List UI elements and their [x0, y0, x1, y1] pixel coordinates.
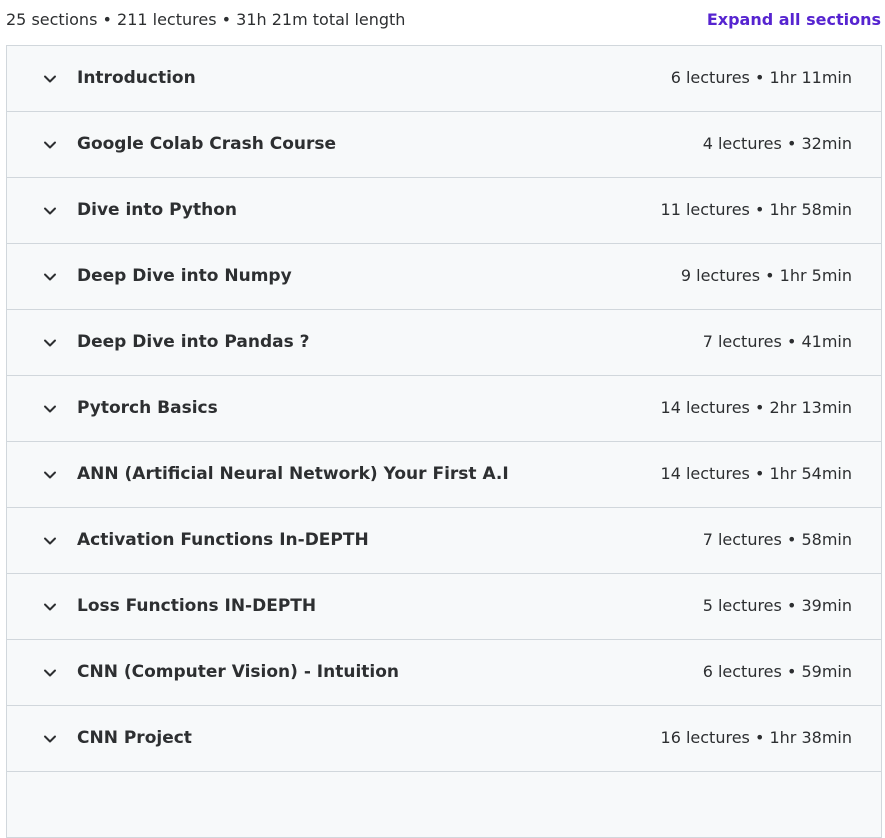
chevron-down-icon: [43, 336, 57, 350]
section-row[interactable]: Loss Functions IN-DEPTH 5 lectures • 39mi…: [7, 574, 881, 640]
section-row[interactable]: Deep Dive into Numpy 9 lectures • 1hr 5mi…: [7, 244, 881, 310]
section-lecture-count-duration: 11 lectures • 1hr 58min: [660, 200, 852, 219]
curriculum-summary-bar: 25 sections • 211 lectures • 31h 21m tot…: [0, 0, 885, 40]
chevron-down-icon: [43, 138, 57, 152]
section-row[interactable]: CNN (Computer Vision) - Intuition 6 lectu…: [7, 640, 881, 706]
section-title: CNN Project: [77, 728, 192, 748]
section-title: Deep Dive into Pandas ?: [77, 332, 310, 352]
section-lecture-count-duration: 5 lectures • 39min: [702, 596, 852, 615]
section-title: CNN (Computer Vision) - Intuition: [77, 662, 400, 682]
section-lecture-count-duration: 14 lectures • 1hr 54min: [660, 464, 852, 483]
chevron-down-icon: [43, 402, 57, 416]
curriculum-summary: 25 sections • 211 lectures • 31h 21m tot…: [6, 10, 406, 29]
section-list: Introduction 6 lectures • 1hr 11min Google…: [6, 45, 882, 838]
section-lecture-count-duration: 7 lectures • 58min: [702, 530, 852, 549]
section-lecture-count-duration: 7 lectures • 41min: [702, 332, 852, 351]
chevron-down-icon: [43, 600, 57, 614]
section-lecture-count-duration: 14 lectures • 2hr 13min: [660, 398, 852, 417]
section-row[interactable]: Deep Dive into Pandas ? 7 lectures • 41mi…: [7, 310, 881, 376]
section-row[interactable]: ANN (Artificial Neural Network) Your Fir…: [7, 442, 881, 508]
chevron-down-icon: [43, 534, 57, 548]
section-row[interactable]: Activation Functions In-DEPTH 7 lectures …: [7, 508, 881, 574]
section-title: Google Colab Crash Course: [77, 134, 337, 154]
section-title: Activation Functions In-DEPTH: [77, 530, 369, 550]
section-title: Loss Functions IN-DEPTH: [77, 596, 317, 616]
section-lecture-count-duration: 6 lectures • 1hr 11min: [670, 68, 852, 87]
chevron-down-icon: [43, 732, 57, 746]
section-title: Deep Dive into Numpy: [77, 266, 292, 286]
expand-all-sections-button[interactable]: Expand all sections: [707, 10, 881, 30]
chevron-down-icon: [43, 204, 57, 218]
section-row[interactable]: CNN Project 16 lectures • 1hr 38min: [7, 706, 881, 772]
chevron-down-icon: [43, 468, 57, 482]
section-lecture-count-duration: 16 lectures • 1hr 38min: [660, 728, 852, 747]
section-title: Pytorch Basics: [77, 398, 218, 418]
section-title: ANN (Artificial Neural Network) Your Fir…: [77, 464, 509, 484]
section-row[interactable]: [7, 772, 881, 838]
chevron-down-icon: [43, 72, 57, 86]
section-row[interactable]: Dive into Python 11 lectures • 1hr 58min: [7, 178, 881, 244]
section-row[interactable]: Pytorch Basics 14 lectures • 2hr 13min: [7, 376, 881, 442]
chevron-down-icon: [43, 270, 57, 284]
section-lecture-count-duration: 9 lectures • 1hr 5min: [680, 266, 852, 285]
section-lecture-count-duration: 4 lectures • 32min: [702, 134, 852, 153]
section-row[interactable]: Google Colab Crash Course 4 lectures • 32…: [7, 112, 881, 178]
section-title: Introduction: [77, 68, 196, 88]
section-title: Dive into Python: [77, 200, 237, 220]
section-lecture-count-duration: 6 lectures • 59min: [702, 662, 852, 681]
section-row[interactable]: Introduction 6 lectures • 1hr 11min: [7, 46, 881, 112]
chevron-down-icon: [43, 666, 57, 680]
